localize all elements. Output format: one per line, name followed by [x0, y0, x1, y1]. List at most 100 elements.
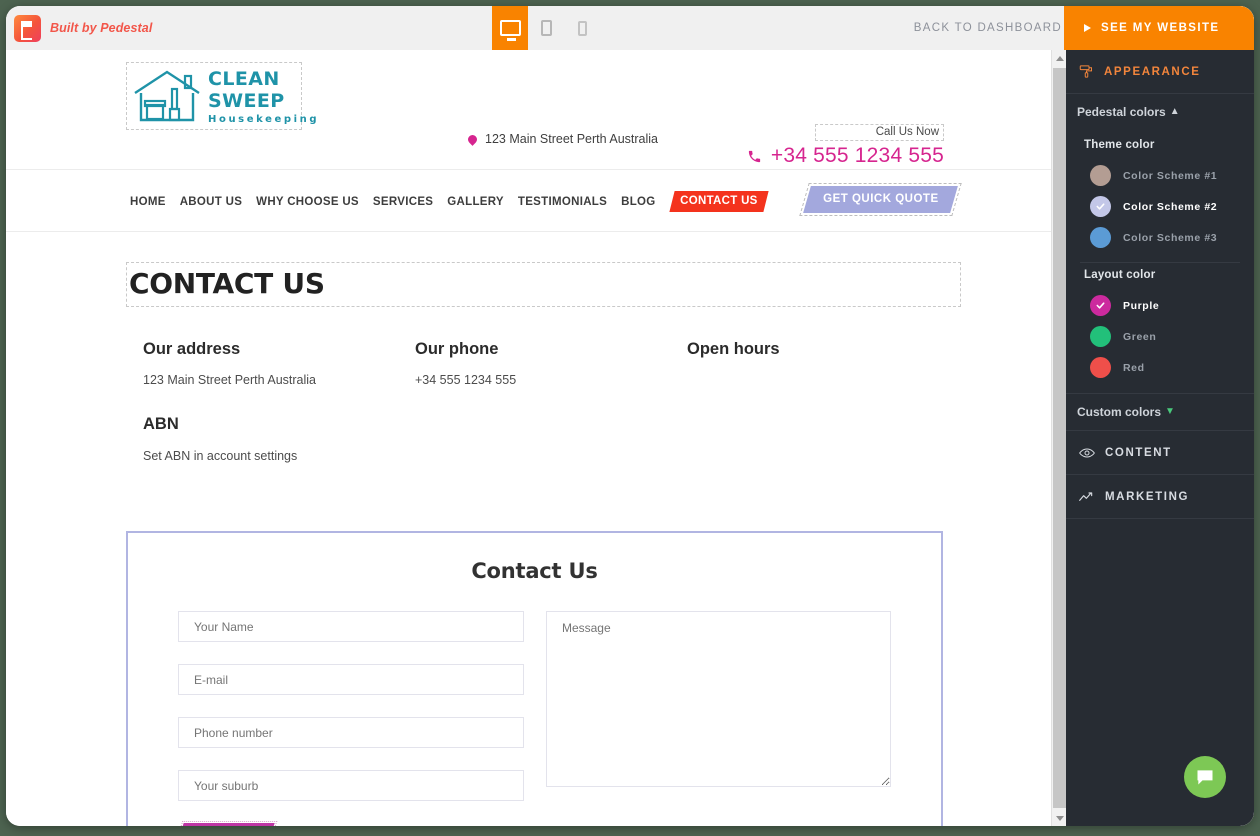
info-column-address: Our address 123 Main Street Perth Austra…: [143, 340, 415, 387]
color-swatch: [1090, 326, 1111, 347]
eye-icon: [1079, 447, 1095, 458]
get-quick-quote-button[interactable]: GET QUICK QUOTE: [799, 183, 962, 216]
name-input[interactable]: [178, 611, 524, 642]
logo-subtitle: Housekeeping: [208, 113, 320, 125]
contact-form-grid: [128, 583, 941, 801]
pedestal-logo-icon: [14, 14, 41, 42]
logo-wordmark: CLEAN SWEEP Housekeeping: [208, 68, 319, 125]
info-heading-open-hours: Open hours: [687, 340, 780, 358]
theme-color-option-3[interactable]: Color Scheme #3: [1066, 222, 1254, 253]
pedestal-colors-label: Pedestal colors: [1077, 105, 1166, 119]
sidebar-section-appearance[interactable]: APPEARANCE: [1066, 50, 1254, 94]
nav-item-contact-us-label: CONTACT US: [679, 195, 758, 207]
nav-item-blog[interactable]: BLOG: [621, 196, 655, 208]
desktop-icon: [499, 20, 521, 41]
abn-value: Set ABN in account settings: [143, 449, 298, 463]
site-header: CLEAN SWEEP Housekeeping 123 Main Street…: [6, 50, 1066, 170]
nav-item-why-choose-us[interactable]: WHY CHOOSE US: [256, 196, 359, 208]
header-phone-number: +34 555 1234 555: [770, 144, 944, 167]
contact-form-card: Contact Us SEND: [126, 531, 943, 826]
page-title: CONTACT US: [129, 267, 325, 300]
message-textarea[interactable]: [545, 611, 891, 787]
custom-colors-label: Custom colors: [1077, 405, 1162, 419]
scroll-up-arrow-icon[interactable]: [1052, 50, 1067, 66]
see-my-website-button[interactable]: SEE MY WEBSITE: [1064, 6, 1254, 50]
chat-button[interactable]: [1184, 756, 1226, 798]
editor-window: Built by Pedestal BACK TO DASHBOARD SEE …: [6, 6, 1254, 826]
color-swatch: [1090, 165, 1111, 186]
sidebar-section-content[interactable]: CONTENT: [1066, 431, 1254, 475]
preview-scrollbar[interactable]: [1051, 50, 1066, 826]
layout-color-label-red: Red: [1123, 361, 1145, 374]
theme-color-option-2[interactable]: Color Scheme #2: [1066, 191, 1254, 222]
page-title-container[interactable]: CONTACT US: [126, 262, 961, 307]
mobile-icon: [577, 20, 587, 36]
layout-color-option-purple[interactable]: Purple: [1066, 290, 1254, 321]
abn-block: ABN Set ABN in account settings: [143, 415, 1066, 463]
scroll-down-arrow-icon[interactable]: [1052, 810, 1067, 826]
tablet-icon: [540, 20, 552, 36]
chevron-down-icon: ▼: [1165, 406, 1175, 417]
site-preview: CLEAN SWEEP Housekeeping 123 Main Street…: [6, 50, 1066, 826]
logo-title: CLEAN SWEEP: [208, 67, 285, 112]
check-icon: [1096, 203, 1105, 210]
trending-up-icon: [1079, 491, 1093, 501]
info-heading-phone: Our phone: [415, 340, 499, 358]
email-input[interactable]: [178, 664, 524, 695]
contact-info-columns: Our address 123 Main Street Perth Austra…: [143, 340, 1066, 387]
layout-color-option-green[interactable]: Green: [1066, 321, 1254, 352]
nav-item-testimonials[interactable]: TESTIMONIALS: [518, 196, 607, 208]
sidebar-section-marketing[interactable]: MARKETING: [1066, 475, 1254, 519]
phone-input[interactable]: [178, 717, 524, 748]
theme-color-label-3: Color Scheme #3: [1123, 231, 1218, 244]
device-mobile-button[interactable]: [564, 6, 600, 50]
contact-form-left-column: [178, 611, 524, 801]
back-to-dashboard-link[interactable]: BACK TO DASHBOARD: [914, 6, 1062, 50]
nav-item-contact-us[interactable]: CONTACT US: [668, 191, 768, 212]
header-phone-row[interactable]: +34 555 1234 555: [747, 144, 944, 168]
nav-item-home[interactable]: HOME: [130, 196, 166, 208]
theme-color-title: Theme color: [1084, 139, 1155, 151]
suburb-input[interactable]: [178, 770, 524, 801]
page-content: CONTACT US Our address 123 Main Street P…: [6, 232, 1066, 826]
contact-form-title: Contact Us: [471, 559, 598, 583]
map-pin-icon: [466, 132, 479, 146]
device-tablet-button[interactable]: [528, 6, 564, 50]
info-column-open-hours: Open hours: [687, 340, 959, 387]
layout-color-label-purple: Purple: [1123, 299, 1160, 312]
device-desktop-button[interactable]: [492, 6, 528, 50]
abn-heading: ABN: [143, 415, 179, 433]
theme-color-label-1: Color Scheme #1: [1123, 169, 1218, 182]
send-button[interactable]: SEND: [170, 821, 278, 826]
info-column-phone: Our phone +34 555 1234 555: [415, 340, 687, 387]
pedestal-colors-body: Theme color Color Scheme #1 Color Scheme…: [1066, 130, 1254, 393]
chat-bubble-icon: [1197, 770, 1213, 785]
theme-color-option-1[interactable]: Color Scheme #1: [1066, 160, 1254, 191]
chevron-up-icon: ▲: [1169, 106, 1180, 117]
editor-sidebar: APPEARANCE Pedestal colors ▲ Theme color…: [1066, 50, 1254, 826]
color-swatch-selected: [1090, 295, 1111, 316]
nav-item-gallery[interactable]: GALLERY: [447, 196, 504, 208]
sidebar-marketing-label: MARKETING: [1105, 490, 1190, 503]
device-preview-switcher: [492, 6, 600, 50]
layout-color-label-green: Green: [1123, 330, 1157, 343]
header-address: 123 Main Street Perth Australia: [466, 132, 659, 146]
check-icon: [1096, 302, 1105, 309]
brand-label: Built by Pedestal: [50, 21, 153, 35]
header-address-text: 123 Main Street Perth Australia: [485, 132, 659, 146]
site-navigation: HOME ABOUT US WHY CHOOSE US SERVICES GAL…: [6, 170, 1066, 232]
pedestal-colors-accordion[interactable]: Pedestal colors ▲: [1066, 94, 1254, 130]
layout-color-option-red[interactable]: Red: [1066, 352, 1254, 383]
scrollbar-thumb[interactable]: [1053, 68, 1066, 808]
color-swatch: [1090, 357, 1111, 378]
get-quick-quote-label: GET QUICK QUOTE: [822, 193, 939, 205]
nav-item-about-us[interactable]: ABOUT US: [180, 196, 242, 208]
see-my-website-label: SEE MY WEBSITE: [1101, 22, 1220, 34]
play-icon: [1084, 24, 1091, 32]
house-icon: [134, 70, 200, 122]
pedestal-brand: Built by Pedestal: [6, 14, 153, 42]
nav-item-services[interactable]: SERVICES: [373, 196, 433, 208]
custom-colors-accordion[interactable]: Custom colors ▼: [1066, 394, 1254, 430]
site-logo[interactable]: CLEAN SWEEP Housekeeping: [126, 62, 317, 130]
header-call-block: Call Us Now +34 555 1234 555: [747, 122, 944, 168]
